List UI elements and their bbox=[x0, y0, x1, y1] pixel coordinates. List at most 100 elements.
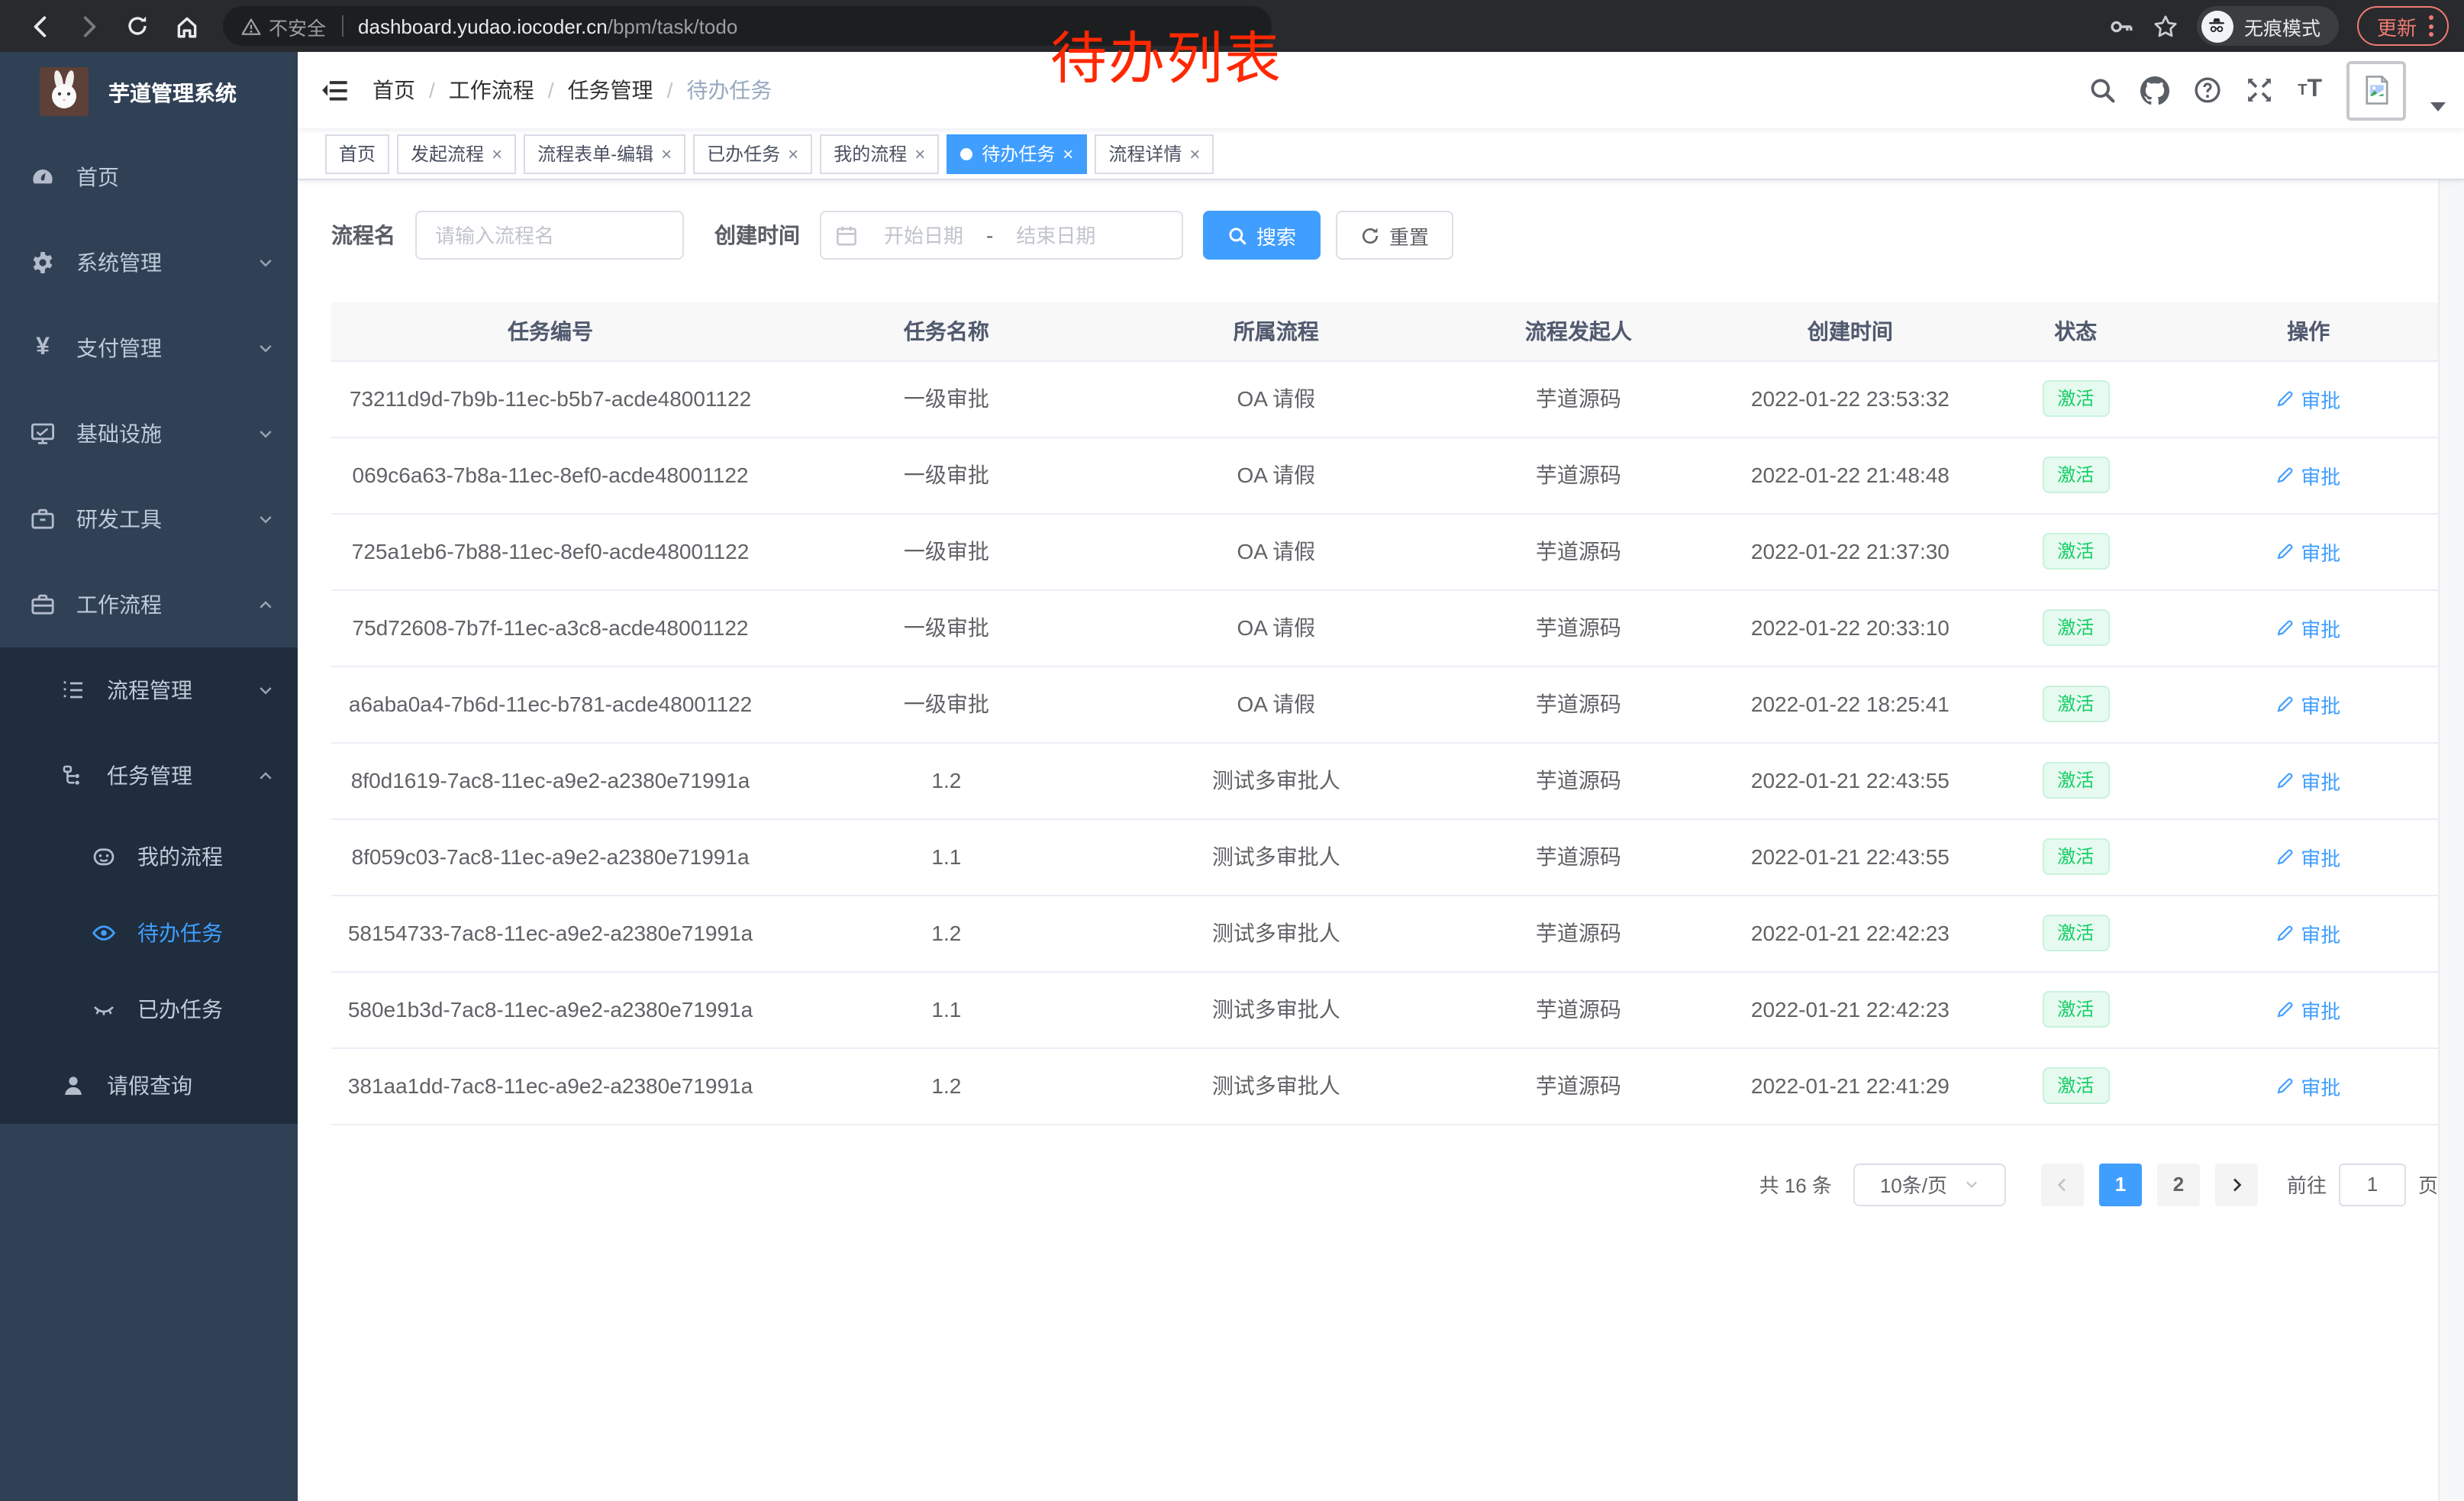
list-icon bbox=[61, 678, 85, 702]
home-icon[interactable] bbox=[168, 8, 205, 44]
table-row: 73211d9d-7b9b-11ec-b5b7-acde48001122 一级审… bbox=[331, 360, 2438, 437]
sidebar-item-workflow[interactable]: 工作流程 bbox=[0, 562, 298, 647]
sidebar-item-label: 我的流程 bbox=[137, 841, 223, 872]
pagination: 共 16 条 10条/页 1 2 前往 bbox=[331, 1163, 2438, 1206]
cell-task-id: 58154733-7ac8-11ec-a9e2-a2380e71991a bbox=[331, 895, 769, 971]
approve-link[interactable]: 审批 bbox=[2276, 460, 2340, 489]
sidebar-item-task-mgmt[interactable]: 任务管理 bbox=[0, 733, 298, 818]
help-icon[interactable] bbox=[2194, 76, 2221, 104]
sidebar-item-my-process[interactable]: 我的流程 bbox=[0, 818, 298, 895]
breadcrumb-item-home[interactable]: 首页 bbox=[373, 75, 415, 105]
sidebar-item-system[interactable]: 系统管理 bbox=[0, 220, 298, 305]
active-dot bbox=[960, 147, 972, 160]
pencil-icon bbox=[2276, 542, 2295, 560]
tab-my-process[interactable]: 我的流程× bbox=[820, 134, 939, 173]
font-size-icon[interactable]: TT bbox=[2298, 76, 2322, 104]
sidebar-item-infrastructure[interactable]: 基础设施 bbox=[0, 391, 298, 476]
goto-input[interactable] bbox=[2339, 1163, 2406, 1206]
approve-link[interactable]: 审批 bbox=[2276, 384, 2340, 413]
cell-starter: 芋道源码 bbox=[1429, 1047, 1728, 1124]
page-button-2[interactable]: 2 bbox=[2157, 1163, 2200, 1206]
status-badge: 激活 bbox=[2042, 762, 2109, 799]
page-button-1[interactable]: 1 bbox=[2099, 1163, 2142, 1206]
sidebar-item-label: 待办任务 bbox=[137, 918, 223, 948]
breadcrumb-item-task-mgmt[interactable]: 任务管理 bbox=[568, 75, 653, 105]
tab-form-edit[interactable]: 流程表单-编辑× bbox=[524, 134, 685, 173]
sidebar-item-process-mgmt[interactable]: 流程管理 bbox=[0, 647, 298, 733]
sidebar-item-label: 基础设施 bbox=[76, 418, 162, 449]
page-scrollbar[interactable] bbox=[2438, 52, 2464, 1501]
app-logo-row[interactable]: 芋道管理系统 bbox=[0, 52, 298, 134]
next-page-button[interactable] bbox=[2215, 1163, 2258, 1206]
cell-task-name: 1.2 bbox=[769, 895, 1124, 971]
sidebar-item-home[interactable]: 首页 bbox=[0, 134, 298, 220]
fullscreen-icon[interactable] bbox=[2246, 76, 2273, 104]
chevron-down-icon bbox=[256, 510, 275, 528]
close-icon[interactable]: × bbox=[1189, 144, 1200, 163]
cell-create-time: 2022-01-21 22:42:23 bbox=[1728, 971, 1972, 1047]
cell-create-time: 2022-01-21 22:43:55 bbox=[1728, 818, 1972, 895]
breadcrumb-item-workflow[interactable]: 工作流程 bbox=[449, 75, 534, 105]
back-icon[interactable] bbox=[21, 8, 58, 44]
date-range-input[interactable]: - bbox=[820, 211, 1183, 260]
security-indicator[interactable]: 不安全 bbox=[241, 11, 326, 40]
sidebar-item-leave-query[interactable]: 请假查询 bbox=[0, 1047, 298, 1124]
range-separator: - bbox=[986, 223, 993, 247]
cell-task-id: 069c6a63-7b8a-11ec-8ef0-acde48001122 bbox=[331, 437, 769, 513]
sidebar-item-payment[interactable]: ¥ 支付管理 bbox=[0, 305, 298, 391]
tab-done-tasks[interactable]: 已办任务× bbox=[693, 134, 812, 173]
start-date-input[interactable] bbox=[864, 222, 983, 248]
pencil-icon bbox=[2276, 618, 2295, 637]
user-icon bbox=[61, 1073, 85, 1098]
tree-icon bbox=[61, 763, 85, 788]
key-icon[interactable] bbox=[2108, 13, 2134, 39]
approve-link[interactable]: 审批 bbox=[2276, 842, 2340, 871]
table-row: a6aba0a4-7b6d-11ec-b781-acde48001122 一级审… bbox=[331, 666, 2438, 742]
process-name-input[interactable] bbox=[415, 211, 684, 260]
status-badge: 激活 bbox=[2042, 915, 2109, 951]
close-icon[interactable]: × bbox=[492, 144, 502, 163]
sidebar-item-done-tasks[interactable]: 已办任务 bbox=[0, 971, 298, 1047]
caret-down-icon[interactable] bbox=[2430, 102, 2446, 111]
cell-create-time: 2022-01-22 23:53:32 bbox=[1728, 360, 1972, 437]
app-logo bbox=[40, 66, 89, 120]
pencil-icon bbox=[2276, 847, 2295, 866]
sidebar-item-label: 工作流程 bbox=[76, 589, 162, 620]
close-icon[interactable]: × bbox=[1063, 144, 1073, 163]
update-button[interactable]: 更新 bbox=[2357, 6, 2449, 46]
approve-link[interactable]: 审批 bbox=[2276, 537, 2340, 566]
approve-link[interactable]: 审批 bbox=[2276, 1071, 2340, 1100]
close-icon[interactable]: × bbox=[788, 144, 798, 163]
close-icon[interactable]: × bbox=[661, 144, 672, 163]
github-icon[interactable] bbox=[2140, 76, 2169, 105]
kebab-menu-icon[interactable] bbox=[2429, 15, 2433, 37]
reset-button[interactable]: 重置 bbox=[1336, 211, 1453, 260]
sidebar-item-todo-tasks[interactable]: 待办任务 bbox=[0, 895, 298, 971]
cell-create-time: 2022-01-22 21:48:48 bbox=[1728, 437, 1972, 513]
table-row: 725a1eb6-7b88-11ec-8ef0-acde48001122 一级审… bbox=[331, 513, 2438, 589]
star-icon[interactable] bbox=[2153, 13, 2179, 39]
approve-link[interactable]: 审批 bbox=[2276, 689, 2340, 718]
forward-icon[interactable] bbox=[70, 8, 107, 44]
approve-link[interactable]: 审批 bbox=[2276, 918, 2340, 947]
sidebar-item-devtools[interactable]: 研发工具 bbox=[0, 476, 298, 562]
page-size-select[interactable]: 10条/页 bbox=[1853, 1163, 2006, 1206]
search-button[interactable]: 搜索 bbox=[1203, 211, 1321, 260]
cell-task-id: 381aa1dd-7ac8-11ec-a9e2-a2380e71991a bbox=[331, 1047, 769, 1124]
approve-link[interactable]: 审批 bbox=[2276, 995, 2340, 1024]
prev-page-button[interactable] bbox=[2041, 1163, 2084, 1206]
cell-create-time: 2022-01-21 22:41:29 bbox=[1728, 1047, 1972, 1124]
tab-todo-tasks[interactable]: 待办任务× bbox=[947, 134, 1087, 173]
tab-process-detail[interactable]: 流程详情× bbox=[1095, 134, 1214, 173]
search-icon[interactable] bbox=[2088, 76, 2116, 104]
avatar[interactable] bbox=[2346, 60, 2406, 120]
hamburger-icon[interactable] bbox=[298, 76, 373, 105]
approve-link[interactable]: 审批 bbox=[2276, 766, 2340, 795]
cell-starter: 芋道源码 bbox=[1429, 742, 1728, 818]
approve-link[interactable]: 审批 bbox=[2276, 613, 2340, 642]
end-date-input[interactable] bbox=[996, 222, 1115, 248]
tab-home[interactable]: 首页 bbox=[325, 134, 389, 173]
close-icon[interactable]: × bbox=[914, 144, 925, 163]
reload-icon[interactable] bbox=[119, 8, 156, 44]
tab-start-process[interactable]: 发起流程× bbox=[397, 134, 516, 173]
